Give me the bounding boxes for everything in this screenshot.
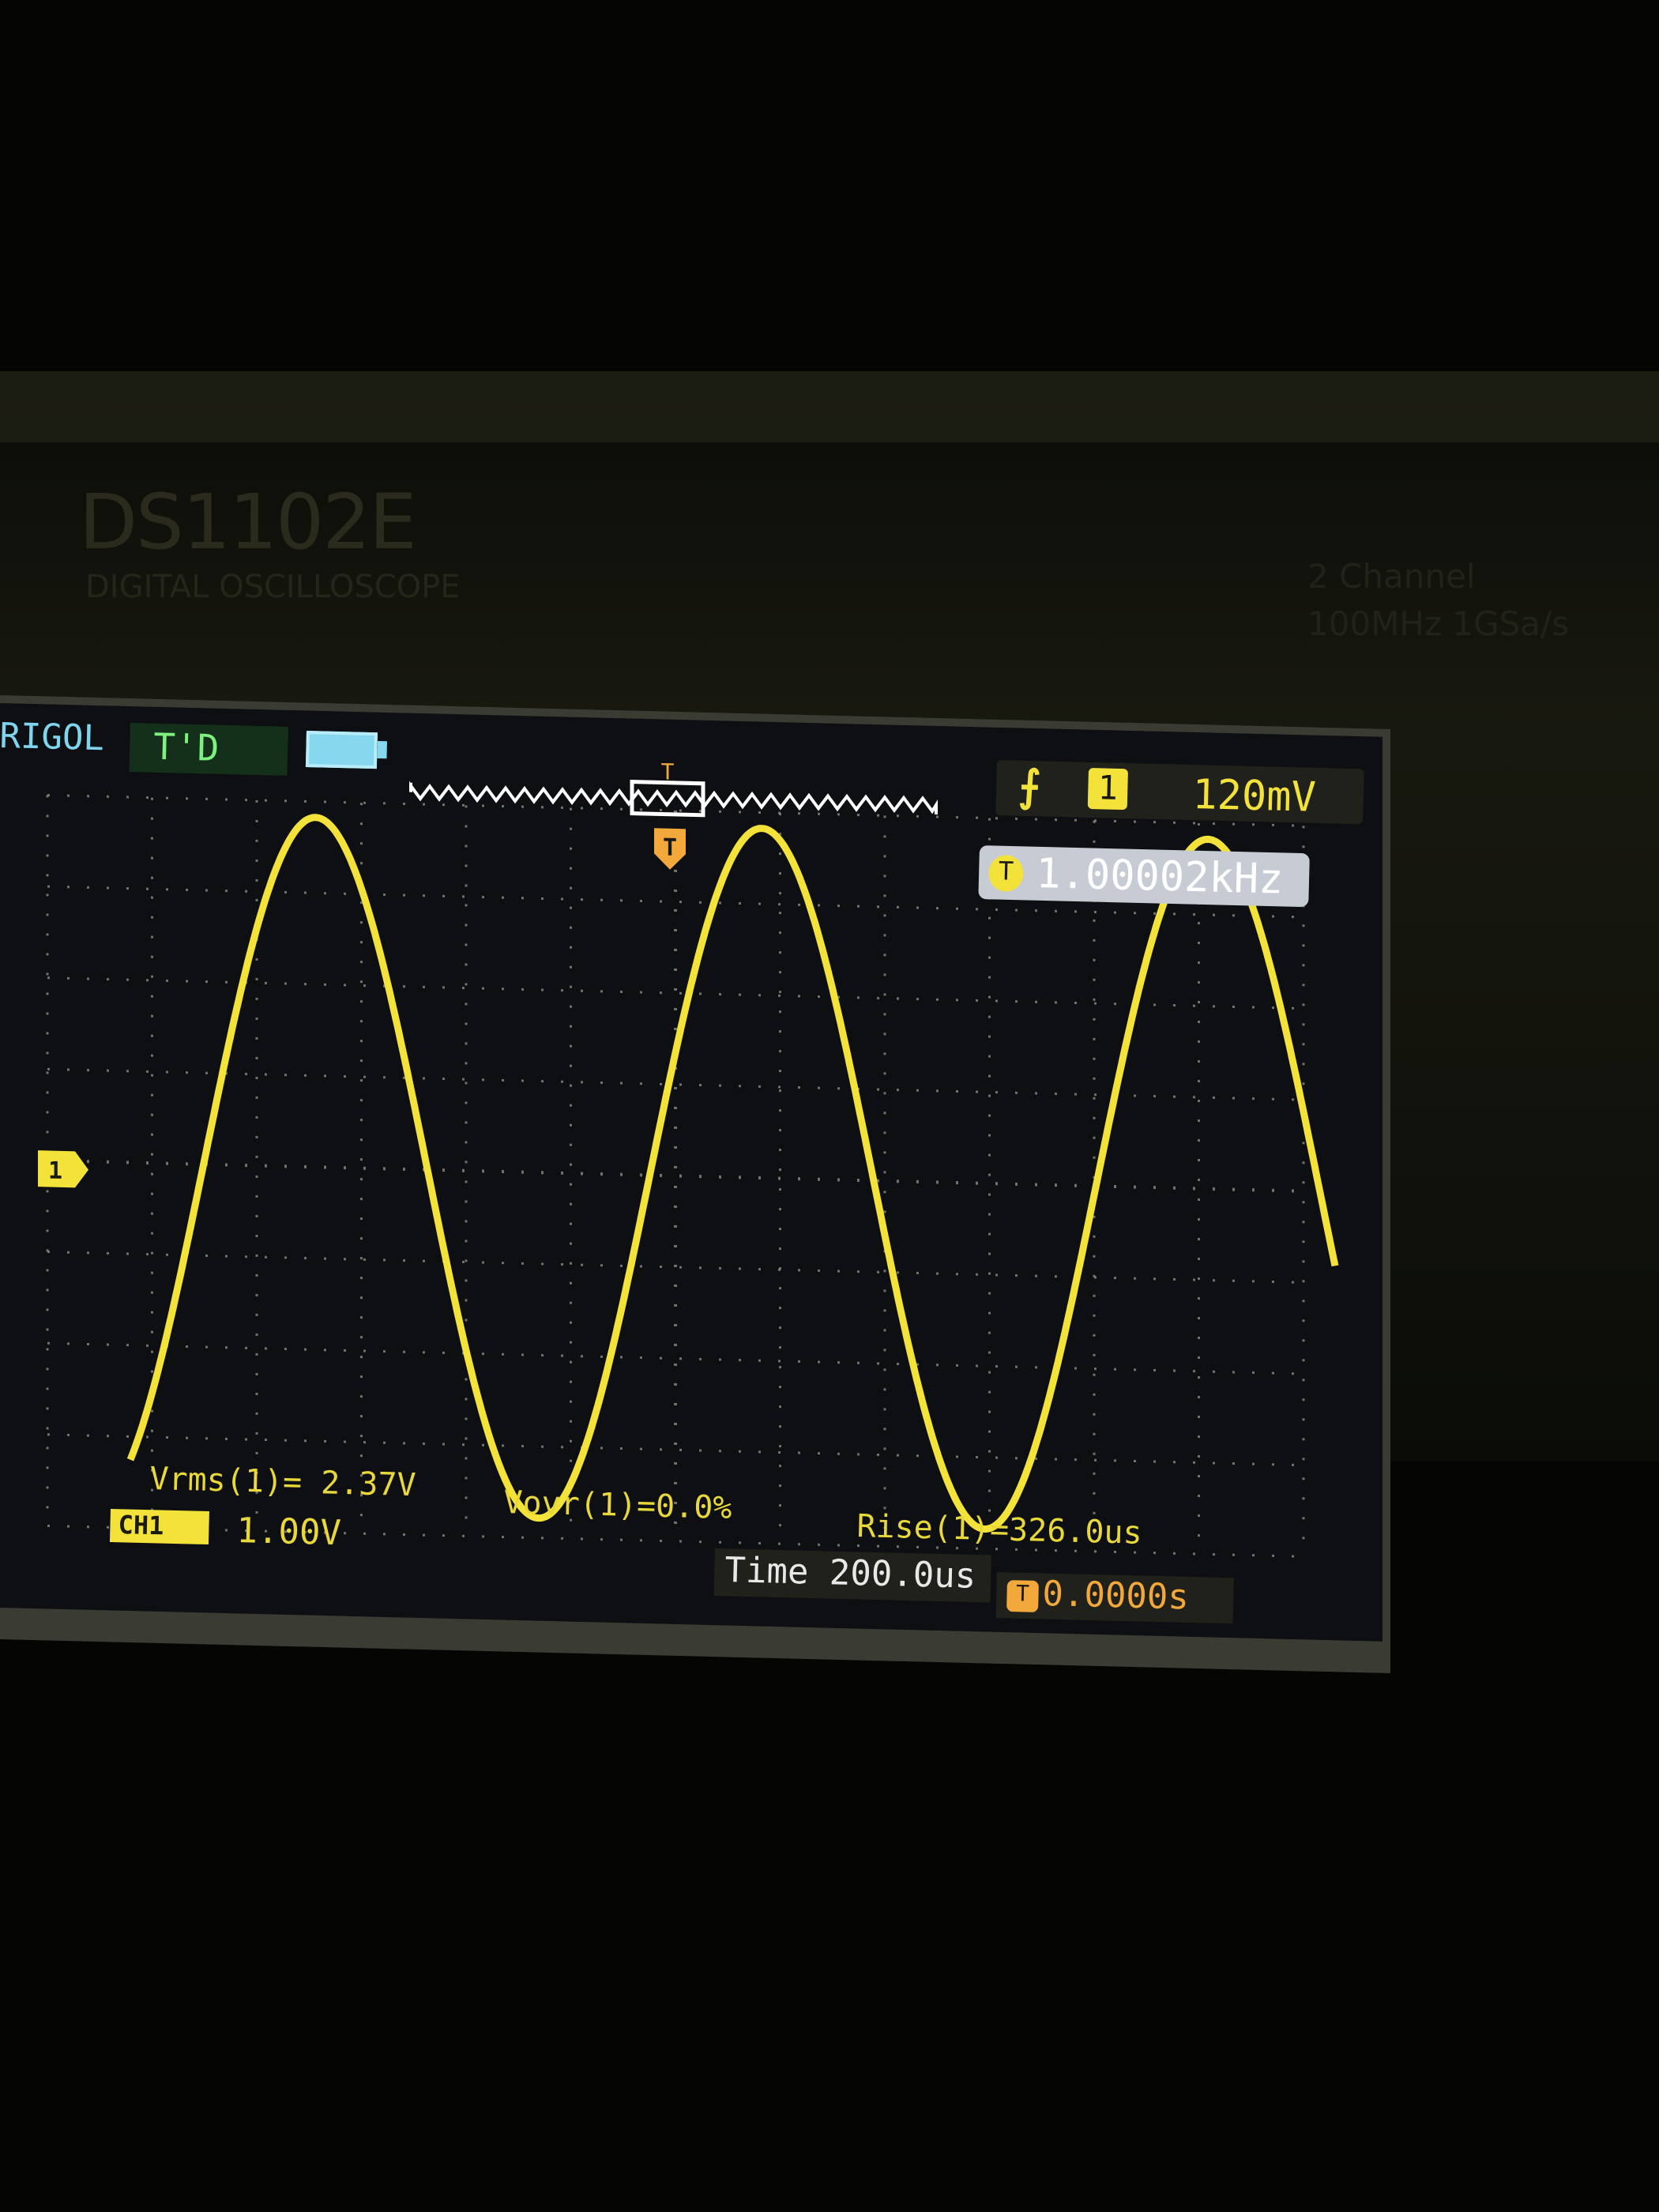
memory-position-bar: T bbox=[409, 758, 938, 818]
brand-label: RIGOL bbox=[0, 716, 105, 759]
trigger-marker-label: T bbox=[663, 834, 677, 862]
grid-line-horizontal bbox=[47, 1433, 1304, 1467]
trigger-status: T'D bbox=[129, 723, 288, 776]
channel-marker-label: 1 bbox=[48, 1157, 62, 1184]
model-name: DS1102E bbox=[79, 478, 417, 566]
measurement-rise-time: Rise(1)=326.0us bbox=[856, 1508, 1143, 1552]
graticule-grid bbox=[46, 793, 1305, 1558]
measurement-overshoot: Vovr(1)=0.0% bbox=[502, 1484, 732, 1527]
channel-1-scale: 1.00V bbox=[235, 1510, 342, 1554]
memory-trigger-marker: T bbox=[661, 758, 675, 784]
model-subtitle: DIGITAL OSCILLOSCOPE bbox=[85, 569, 461, 605]
grid-line-horizontal bbox=[47, 1251, 1304, 1284]
trigger-level: 120mV bbox=[1191, 771, 1317, 822]
timebase-readout: Time 200.0us bbox=[724, 1550, 976, 1597]
trigger-offset: 0.0000s bbox=[1041, 1574, 1190, 1618]
spec-channels: 2 Channel bbox=[1307, 557, 1476, 596]
frequency-value: 1.00002kHz bbox=[1035, 850, 1285, 904]
memory-depth-zigzag bbox=[409, 781, 938, 815]
spec-bandwidth: 100MHz 1GSa/s bbox=[1307, 604, 1570, 643]
channel-1-ground-marker: 1 bbox=[38, 1150, 88, 1188]
measurement-vrms: Vrms(1)= 2.37V bbox=[149, 1461, 417, 1504]
trigger-position-marker: T bbox=[654, 828, 686, 870]
sine-trace bbox=[126, 814, 1339, 1533]
trigger-offset-badge: T bbox=[1006, 1580, 1039, 1612]
grid-line-horizontal bbox=[47, 1341, 1304, 1375]
battery-tip-icon bbox=[377, 741, 387, 759]
rising-edge-icon: ⨍ bbox=[1018, 761, 1042, 811]
battery-icon bbox=[305, 731, 378, 769]
trigger-source-badge: 1 bbox=[1087, 768, 1128, 811]
channel-1-badge-label: CH1 bbox=[118, 1510, 164, 1541]
